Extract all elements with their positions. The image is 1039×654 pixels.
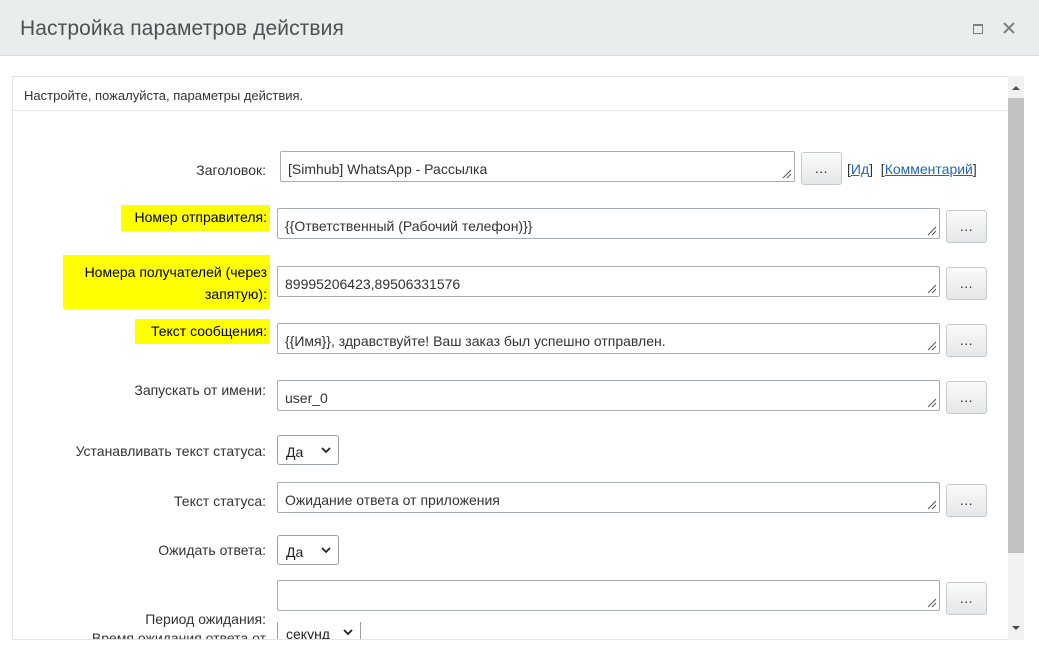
status-text-label: Текст статуса: [174, 493, 266, 509]
chevron-down-icon [321, 547, 331, 554]
recipients-field-value: 89995206423,89506331576 [285, 276, 461, 292]
sender-label: Номер отправителя: [134, 209, 267, 225]
chevron-down-icon [343, 629, 353, 636]
chevron-down-icon [321, 447, 331, 454]
scrollbar-thumb[interactable] [1008, 98, 1024, 553]
close-icon[interactable] [999, 18, 1019, 38]
sender-insert-button[interactable]: ... [946, 210, 987, 243]
recipients-field[interactable]: 89995206423,89506331576 [277, 266, 940, 297]
sender-label-highlight: Номер отправителя: [121, 205, 270, 231]
resize-grip-icon[interactable] [927, 598, 937, 608]
scroll-up-arrow-icon[interactable] [1008, 80, 1024, 96]
run-as-insert-button[interactable]: ... [946, 381, 987, 414]
message-insert-button[interactable]: ... [946, 324, 987, 357]
dialog-title: Настройка параметров действия [20, 17, 344, 40]
status-text-field[interactable]: Ожидание ответа от приложения [277, 482, 940, 513]
title-field-value: [Simhub] WhatsApp - Рассылка [288, 161, 488, 177]
id-link[interactable]: Ид [851, 161, 869, 177]
wait-time-label: Время ожидания ответа от [91, 630, 266, 639]
resize-grip-icon[interactable] [927, 398, 937, 408]
run-as-field[interactable]: user_0 [277, 380, 940, 411]
wait-period-field[interactable] [277, 580, 940, 611]
maximize-icon[interactable] [968, 18, 988, 38]
wait-time-unit-select[interactable]: секунд [277, 622, 361, 639]
wait-reply-value: Да [286, 544, 304, 560]
recipients-label-line2: запятую): [205, 286, 267, 302]
title-field[interactable]: [Simhub] WhatsApp - Рассылка [280, 151, 795, 182]
recipients-label-line1: Номера получателей (через [84, 264, 267, 280]
scroll-down-arrow-icon[interactable] [1008, 620, 1024, 636]
recipients-insert-button[interactable]: ... [946, 267, 987, 300]
resize-grip-icon[interactable] [927, 226, 937, 236]
run-as-label: Запускать от имени: [134, 382, 266, 398]
set-status-label: Устанавливать текст статуса: [75, 443, 266, 459]
recipients-label-highlight: Номера получателей (через запятую): [63, 255, 270, 309]
status-text-insert-button[interactable]: ... [946, 484, 987, 517]
wait-reply-select[interactable]: Да [277, 535, 339, 565]
intro-text: Настройте, пожалуйста, параметры действи… [13, 77, 1008, 111]
wait-period-insert-button[interactable]: ... [946, 582, 987, 615]
title-label: Заголовок: [196, 162, 266, 178]
resize-grip-icon[interactable] [927, 284, 937, 294]
message-label-highlight: Текст сообщения: [135, 319, 270, 344]
dialog-titlebar: Настройка параметров действия [0, 0, 1039, 56]
resize-grip-icon[interactable] [927, 341, 937, 351]
wait-reply-label: Ожидать ответа: [158, 542, 266, 558]
resize-grip-icon[interactable] [782, 169, 792, 179]
set-status-select[interactable]: Да [277, 435, 339, 465]
sender-field-value: {{Ответственный (Рабочий телефон)}} [285, 218, 533, 234]
resize-grip-icon[interactable] [927, 500, 937, 510]
sender-field[interactable]: {{Ответственный (Рабочий телефон)}} [277, 208, 940, 239]
status-text-field-value: Ожидание ответа от приложения [285, 492, 500, 508]
title-links: [Ид] [Комментарий] [847, 161, 977, 177]
comment-link[interactable]: Комментарий [885, 161, 973, 177]
message-field-value: {{Имя}}, здравствуйте! Ваш заказ был усп… [285, 333, 666, 349]
message-label: Текст сообщения: [150, 323, 267, 339]
message-field[interactable]: {{Имя}}, здравствуйте! Ваш заказ был усп… [277, 323, 940, 354]
wait-time-row-clip: Время ожидания ответа от секунд [0, 622, 1008, 639]
wait-time-unit-value: секунд [286, 626, 330, 639]
title-insert-button[interactable]: ... [801, 152, 842, 185]
set-status-value: Да [286, 444, 304, 460]
run-as-field-value: user_0 [285, 390, 328, 406]
